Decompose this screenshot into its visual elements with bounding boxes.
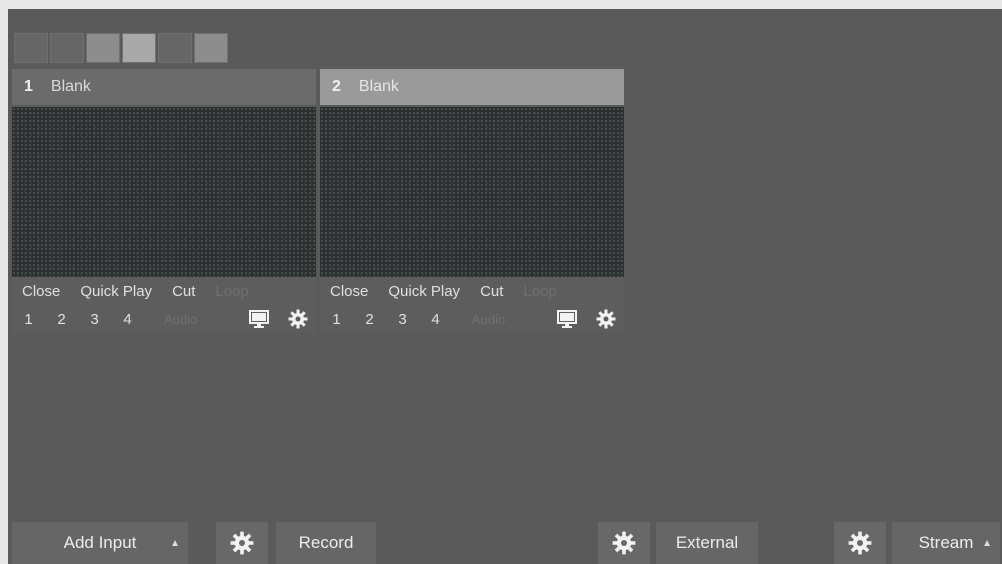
- input-header[interactable]: 2 Blank: [320, 69, 624, 105]
- input-overlays: 1 2 3 4 Audio: [320, 305, 624, 333]
- scene-tab[interactable]: [194, 33, 228, 63]
- record-settings-button[interactable]: [216, 522, 268, 564]
- input-actions: Close Quick Play Cut Loop: [320, 277, 624, 305]
- external-label: External: [675, 533, 739, 552]
- record-button[interactable]: Record: [276, 522, 376, 564]
- input-title: Blank: [50, 78, 91, 95]
- input-number: 1: [24, 78, 33, 95]
- gear-icon: [612, 531, 636, 555]
- overlay-2-button[interactable]: 2: [353, 311, 386, 328]
- input-panel-1: 1 Blank Close Quick Play Cut Loop 1 2 3 …: [12, 69, 316, 333]
- audio-button[interactable]: Audio: [164, 312, 197, 327]
- scene-tab[interactable]: [122, 33, 156, 63]
- close-button[interactable]: Close: [12, 283, 70, 300]
- monitor-icon[interactable]: [249, 310, 269, 328]
- scene-tab[interactable]: [158, 33, 192, 63]
- stream-label: Stream: [918, 533, 974, 552]
- overlay-2-button[interactable]: 2: [45, 311, 78, 328]
- scene-tab[interactable]: [50, 33, 84, 63]
- input-title: Blank: [358, 78, 399, 95]
- overlay-3-button[interactable]: 3: [78, 311, 111, 328]
- stream-button[interactable]: Stream ▲: [892, 522, 1000, 564]
- gear-icon[interactable]: [596, 309, 616, 329]
- external-settings-button[interactable]: [598, 522, 650, 564]
- overlay-4-button[interactable]: 4: [419, 311, 452, 328]
- loop-button[interactable]: Loop: [205, 283, 258, 300]
- overlay-1-button[interactable]: 1: [320, 311, 353, 328]
- cut-button[interactable]: Cut: [470, 283, 513, 300]
- input-overlays: 1 2 3 4 Audio: [12, 305, 316, 333]
- scene-tab[interactable]: [86, 33, 120, 63]
- app-window: 1 Blank Close Quick Play Cut Loop 1 2 3 …: [8, 9, 1002, 564]
- overlay-1-button[interactable]: 1: [12, 311, 45, 328]
- quick-play-button[interactable]: Quick Play: [378, 283, 470, 300]
- add-input-button[interactable]: Add Input ▲: [12, 522, 188, 564]
- add-input-label: Add Input: [63, 533, 137, 552]
- scene-tabs: [14, 33, 228, 63]
- gear-icon: [848, 531, 872, 555]
- close-button[interactable]: Close: [320, 283, 378, 300]
- input-header[interactable]: 1 Blank: [12, 69, 316, 105]
- gear-icon: [230, 531, 254, 555]
- quick-play-button[interactable]: Quick Play: [70, 283, 162, 300]
- input-panel-2: 2 Blank Close Quick Play Cut Loop 1 2 3 …: [320, 69, 624, 333]
- gear-icon[interactable]: [288, 309, 308, 329]
- input-number: 2: [332, 78, 341, 95]
- caret-icon: ▲: [982, 537, 992, 549]
- overlay-4-button[interactable]: 4: [111, 311, 144, 328]
- stream-settings-button[interactable]: [834, 522, 886, 564]
- record-label: Record: [298, 533, 354, 552]
- audio-button[interactable]: Audio: [472, 312, 505, 327]
- caret-icon: ▲: [170, 537, 180, 549]
- bottom-toolbar: Add Input ▲ Record External Stream ▲: [8, 519, 1002, 564]
- input-preview[interactable]: [320, 107, 624, 277]
- input-actions: Close Quick Play Cut Loop: [12, 277, 316, 305]
- cut-button[interactable]: Cut: [162, 283, 205, 300]
- scene-tab[interactable]: [14, 33, 48, 63]
- monitor-icon[interactable]: [557, 310, 577, 328]
- input-preview[interactable]: [12, 107, 316, 277]
- overlay-3-button[interactable]: 3: [386, 311, 419, 328]
- loop-button[interactable]: Loop: [513, 283, 566, 300]
- external-button[interactable]: External: [656, 522, 758, 564]
